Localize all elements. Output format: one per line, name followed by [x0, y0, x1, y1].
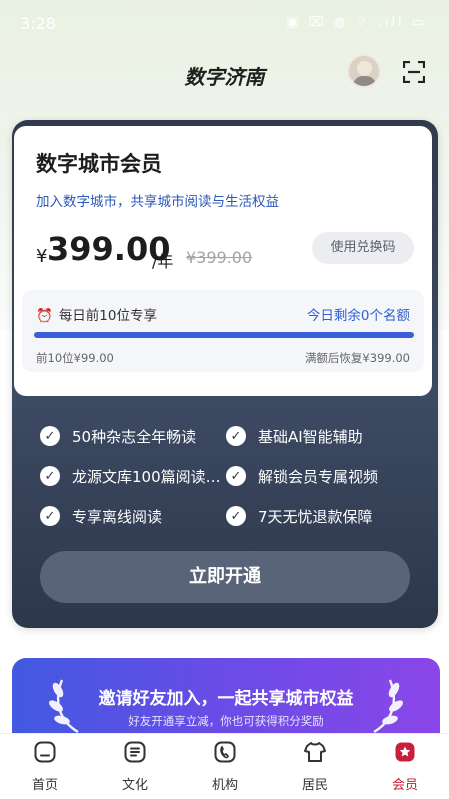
feature-item: ✓ 龙源文库100篇阅读…: [40, 464, 221, 488]
feature-label: 基础AI智能辅助: [258, 427, 363, 446]
member-icon: [395, 742, 415, 762]
nav-label: 首页: [31, 778, 58, 793]
scan-icon[interactable]: [403, 61, 425, 83]
nav-item-institution[interactable]: 机构: [180, 734, 270, 799]
nav-label: 机构: [211, 778, 238, 793]
check-icon: ✓: [40, 426, 60, 446]
home-icon: [34, 741, 56, 763]
feature-label: 50种杂志全年畅读: [72, 427, 197, 446]
nav-item-member[interactable]: 会员: [360, 734, 449, 799]
feature-item: ✓ 基础AI智能辅助: [226, 424, 363, 448]
quota-label-row: ⏰ 每日前10位专享: [36, 304, 157, 324]
status-icons: ▣ ⌧ ◍ ⌔ .ıll ▭: [286, 15, 427, 30]
status-time: 3:28: [20, 14, 56, 33]
feature-label: 专享离线阅读: [72, 507, 163, 526]
quota-after-price: 满额后恢复¥399.00: [304, 351, 410, 365]
check-icon: ✓: [226, 466, 246, 486]
original-price: ¥399.00: [186, 248, 253, 267]
nav-item-culture[interactable]: 文化: [90, 734, 180, 799]
check-icon: ✓: [40, 466, 60, 486]
quota-remaining: 今日剩余0个名额: [306, 308, 410, 324]
nav-label: 居民: [301, 778, 328, 793]
culture-icon: [124, 741, 146, 763]
status-bar: 3:28 ▣ ⌧ ◍ ⌔ .ıll ▭: [0, 0, 449, 48]
check-icon: ✓: [226, 506, 246, 526]
check-icon: ✓: [226, 426, 246, 446]
resident-icon: [304, 742, 326, 762]
invite-title: 邀请好友加入，一起共享城市权益: [98, 689, 354, 709]
nav-label: 会员: [391, 778, 418, 793]
quota-early-price: 前10位¥99.00: [36, 351, 114, 365]
nav-item-resident[interactable]: 居民: [270, 734, 360, 799]
feature-label: 解锁会员专属视频: [258, 467, 379, 486]
avatar[interactable]: [347, 54, 381, 88]
feature-item: ✓ 7天无忧退款保障: [226, 504, 373, 528]
membership-title: 数字城市会员: [36, 152, 162, 176]
membership-subtitle: 加入数字城市，共享城市阅读与生活权益: [36, 194, 279, 210]
currency-symbol: ¥: [36, 246, 48, 267]
price-period: /年: [152, 252, 174, 271]
redeem-code-button[interactable]: 使用兑换码: [312, 232, 414, 264]
institution-icon: [214, 741, 236, 763]
feature-label: 龙源文库100篇阅读…: [72, 467, 221, 486]
feature-item: ✓ 50种杂志全年畅读: [40, 424, 196, 448]
quota-progress-fill: [34, 332, 414, 338]
avatar-face: [357, 61, 372, 76]
alarm-clock-icon: ⏰: [36, 308, 53, 324]
check-icon: ✓: [40, 506, 60, 526]
quota-label: 每日前10位专享: [58, 308, 157, 324]
nav-label: 文化: [121, 778, 148, 793]
open-membership-button[interactable]: 立即开通: [40, 551, 410, 603]
nav-item-home[interactable]: 首页: [0, 734, 90, 799]
app-header: 数字济南: [0, 48, 449, 98]
invite-subtitle: 好友开通享立减，你也可获得积分奖励: [128, 714, 324, 728]
feature-label: 7天无忧退款保障: [258, 507, 373, 526]
page-title: 数字济南: [184, 65, 265, 89]
membership-price-panel: 数字城市会员 加入数字城市，共享城市阅读与生活权益 ¥ 399.00 /年 ¥3…: [14, 126, 432, 396]
daily-quota-box: ⏰ 每日前10位专享 今日剩余0个名额 前10位¥99.00 满额后恢复¥399.…: [22, 290, 424, 372]
feature-item: ✓ 专享离线阅读: [40, 504, 162, 528]
invite-banner[interactable]: 邀请好友加入，一起共享城市权益 好友开通享立减，你也可获得积分奖励: [12, 658, 440, 738]
bottom-nav: 首页 文化 机构 居民 会员: [0, 733, 449, 799]
feature-item: ✓ 解锁会员专属视频: [226, 464, 378, 488]
quota-progress-bar: [34, 332, 414, 338]
